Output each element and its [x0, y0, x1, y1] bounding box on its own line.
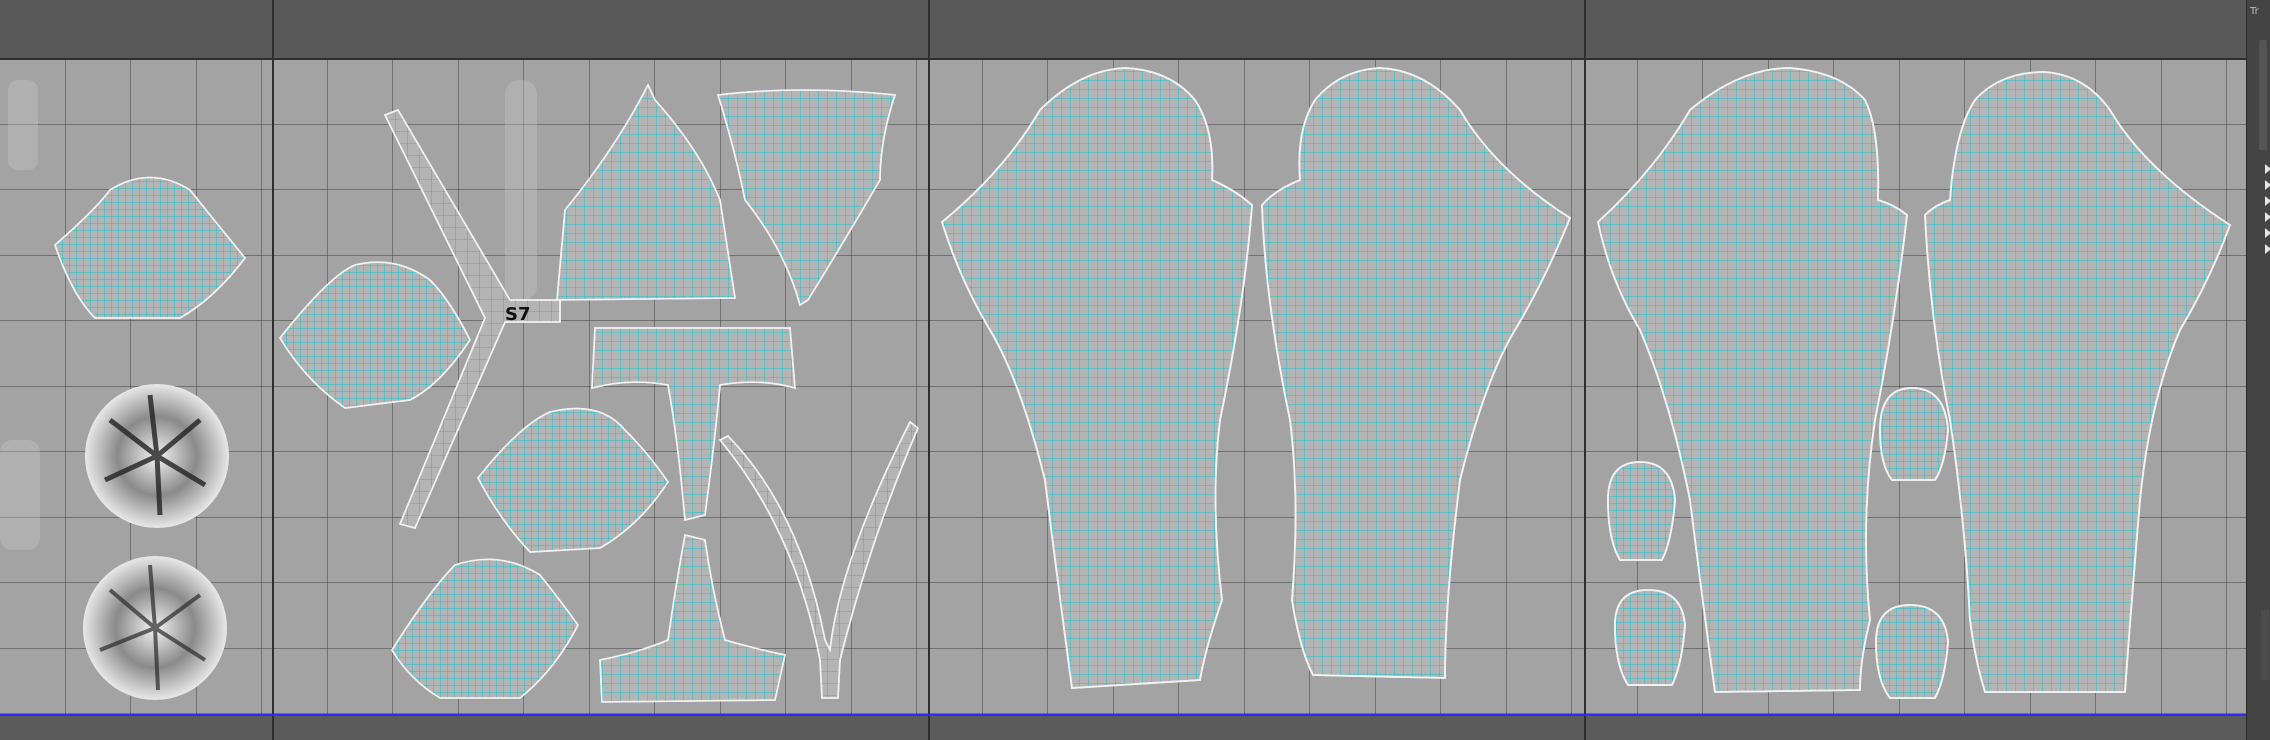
uv-shell-cap-3	[1879, 387, 1949, 481]
expand-arrow-icon[interactable]	[2265, 228, 2270, 238]
uv-editor-viewport[interactable]: S7	[0, 0, 2246, 740]
expand-arrow-icon[interactable]	[2265, 244, 2270, 254]
uv-tile-bottom-strip	[0, 716, 2246, 740]
side-panel-label: Tr	[2250, 6, 2259, 17]
bump-disk-2	[83, 556, 227, 700]
expand-arrow-icon[interactable]	[2265, 212, 2270, 222]
uv-shell-cap-2	[1614, 589, 1686, 686]
uv-shell-cap-4	[1875, 604, 1949, 699]
uv-shell-cap-1	[1607, 461, 1676, 561]
uv-canvas[interactable]: S7	[0, 0, 2246, 740]
attribute-side-panel[interactable]: Tr	[2246, 0, 2270, 740]
expand-arrow-icon[interactable]	[2265, 196, 2270, 206]
expand-arrow-icon[interactable]	[2265, 164, 2270, 174]
bump-disk-1	[85, 384, 229, 528]
expand-arrow-icon[interactable]	[2265, 180, 2270, 190]
uv-tile-top-strip	[0, 0, 2246, 59]
side-panel-lower-scrollbar[interactable]	[2261, 610, 2269, 680]
svg-text:S7: S7	[505, 304, 531, 325]
side-panel-scrollbar[interactable]	[2259, 40, 2267, 150]
